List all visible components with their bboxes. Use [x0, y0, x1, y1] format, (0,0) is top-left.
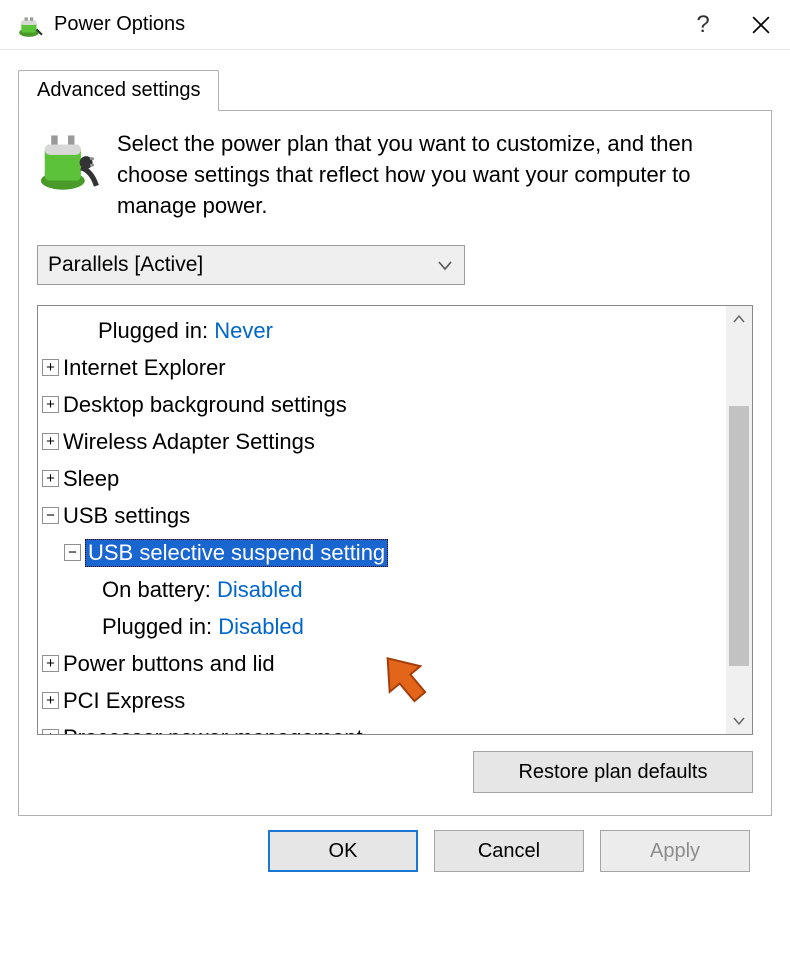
- tree-item-usb-selective[interactable]: − USB selective suspend setting: [38, 534, 726, 571]
- tree-item-desktop-bg[interactable]: + Desktop background settings: [38, 386, 726, 423]
- restore-defaults-button[interactable]: Restore plan defaults: [473, 751, 753, 793]
- tree-item-sleep[interactable]: + Sleep: [38, 460, 726, 497]
- collapse-icon[interactable]: −: [64, 544, 81, 561]
- expand-icon[interactable]: +: [42, 692, 59, 709]
- expand-icon[interactable]: +: [42, 359, 59, 376]
- tree-item-plugged-in-usb[interactable]: Plugged in: Disabled: [38, 608, 726, 645]
- tree-body[interactable]: Plugged in: Never + Internet Explorer + …: [38, 306, 726, 734]
- scroll-down-icon[interactable]: [726, 708, 752, 734]
- scroll-thumb[interactable]: [729, 406, 749, 666]
- chevron-down-icon: [438, 253, 452, 277]
- ok-button[interactable]: OK: [268, 830, 418, 872]
- tree-item-wireless[interactable]: + Wireless Adapter Settings: [38, 423, 726, 460]
- tree-item-usb-settings[interactable]: − USB settings: [38, 497, 726, 534]
- power-plan-value: Parallels [Active]: [48, 253, 203, 277]
- intro-row: Select the power plan that you want to c…: [37, 129, 753, 221]
- expand-icon[interactable]: +: [42, 396, 59, 413]
- intro-text: Select the power plan that you want to c…: [117, 129, 753, 221]
- help-button[interactable]: ?: [674, 0, 732, 50]
- cancel-button[interactable]: Cancel: [434, 830, 584, 872]
- tree-item-plugged-in[interactable]: Plugged in: Never: [38, 312, 726, 349]
- apply-button[interactable]: Apply: [600, 830, 750, 872]
- scrollbar[interactable]: [726, 306, 752, 734]
- tab-strip: Advanced settings: [18, 70, 772, 110]
- collapse-icon[interactable]: −: [42, 507, 59, 524]
- expand-icon[interactable]: +: [42, 729, 59, 734]
- battery-icon: [16, 11, 44, 39]
- tree-item-processor[interactable]: + Processor power management: [38, 719, 726, 734]
- close-button[interactable]: [732, 0, 790, 50]
- value-link[interactable]: Disabled: [218, 614, 304, 640]
- tree-item-power-buttons[interactable]: + Power buttons and lid: [38, 645, 726, 682]
- expand-icon[interactable]: +: [42, 470, 59, 487]
- settings-tree: Plugged in: Never + Internet Explorer + …: [37, 305, 753, 735]
- tab-panel: Select the power plan that you want to c…: [18, 110, 772, 816]
- tree-item-pci[interactable]: + PCI Express: [38, 682, 726, 719]
- tree-item-on-battery[interactable]: On battery: Disabled: [38, 571, 726, 608]
- titlebar: Power Options ?: [0, 0, 790, 50]
- restore-row: Restore plan defaults: [37, 751, 753, 793]
- scroll-up-icon[interactable]: [726, 306, 752, 332]
- power-plan-select[interactable]: Parallels [Active]: [37, 245, 465, 285]
- tab-advanced-settings[interactable]: Advanced settings: [18, 70, 219, 111]
- value-link[interactable]: Never: [214, 318, 273, 344]
- window-title: Power Options: [54, 13, 674, 36]
- expand-icon[interactable]: +: [42, 655, 59, 672]
- value-link[interactable]: Disabled: [217, 577, 303, 603]
- tree-item-ie[interactable]: + Internet Explorer: [38, 349, 726, 386]
- selected-label: USB selective suspend setting: [85, 539, 388, 567]
- content-area: Advanced settings Select the power plan …: [0, 50, 790, 882]
- power-plan-icon: [37, 129, 99, 191]
- dialog-footer: OK Cancel Apply: [18, 816, 772, 872]
- expand-icon[interactable]: +: [42, 433, 59, 450]
